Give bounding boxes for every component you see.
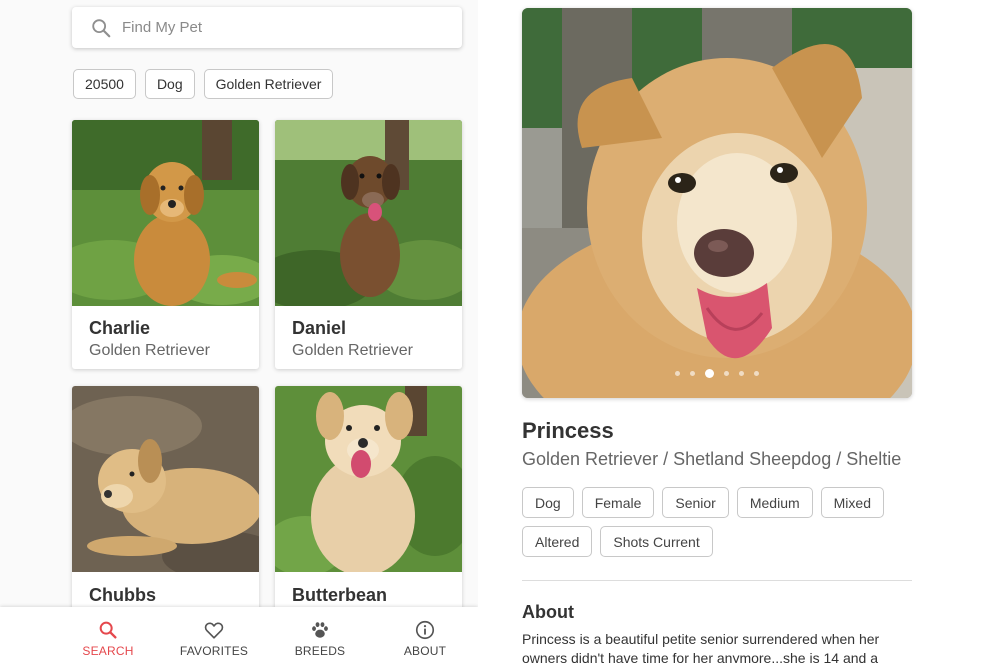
tag-breed-type: Mixed (820, 487, 884, 518)
pet-breed: Golden Retriever (292, 342, 413, 359)
filter-chip-species[interactable]: Dog (144, 69, 195, 99)
paw-icon (312, 622, 328, 638)
carousel-dot-active[interactable] (705, 369, 714, 378)
search-input[interactable] (122, 19, 442, 36)
nav-about[interactable]: ABOUT (375, 607, 475, 663)
pet-detail-panel: Princess Golden Retriever / Shetland She… (478, 0, 994, 663)
pet-card-daniel[interactable]: Daniel Golden Retriever (275, 120, 462, 369)
section-divider (522, 580, 912, 581)
tag-species: Dog (522, 487, 574, 518)
pet-hero-photo (522, 8, 912, 398)
search-icon (92, 18, 111, 37)
carousel-dot[interactable] (724, 371, 729, 376)
nav-search[interactable]: SEARCH (58, 607, 158, 663)
nav-favorites-label: FAVORITES (179, 644, 249, 658)
pet-photo (72, 120, 259, 306)
carousel-dot[interactable] (675, 371, 680, 376)
about-description: Princess is a beautiful petite senior su… (522, 631, 880, 663)
pet-detail-breed: Golden Retriever / Shetland Sheepdog / S… (522, 449, 902, 469)
tag-gender: Female (581, 487, 655, 518)
pet-name: Butterbean (292, 585, 388, 605)
carousel-dot[interactable] (739, 371, 744, 376)
carousel-dot[interactable] (690, 371, 695, 376)
pet-name: Charlie (89, 318, 151, 338)
pet-photo (275, 120, 462, 306)
pet-photo-carousel[interactable] (522, 8, 912, 398)
nav-breeds-label: BREEDS (294, 644, 346, 658)
nav-breeds[interactable]: BREEDS (270, 607, 370, 663)
tag-shots: Shots Current (600, 526, 713, 557)
info-icon (415, 620, 435, 640)
carousel-dot[interactable] (754, 371, 759, 376)
heart-icon (204, 622, 224, 639)
pet-detail-name: Princess (522, 418, 614, 443)
search-results-panel: 20500 Dog Golden Retriever Charlie Golde… (0, 0, 478, 663)
about-heading: About (522, 602, 574, 622)
pet-card-charlie[interactable]: Charlie Golden Retriever (72, 120, 259, 369)
pet-name: Daniel (292, 318, 347, 338)
pet-photo (72, 386, 259, 572)
nav-search-label: SEARCH (82, 644, 134, 658)
search-bar[interactable] (72, 7, 462, 48)
nav-about-label: ABOUT (403, 644, 447, 658)
tag-age: Senior (662, 487, 729, 518)
nav-favorites[interactable]: FAVORITES (164, 607, 264, 663)
tag-size: Medium (736, 487, 813, 518)
pet-photo (275, 386, 462, 572)
pet-attribute-tags: Dog Female Senior Medium Mixed Altered S… (522, 487, 902, 557)
pet-breed: Golden Retriever (89, 342, 210, 359)
search-icon (99, 621, 117, 639)
filter-chips: 20500 Dog Golden Retriever (73, 69, 334, 99)
carousel-indicator (522, 369, 912, 378)
filter-chip-zip[interactable]: 20500 (73, 69, 136, 99)
filter-chip-breed[interactable]: Golden Retriever (203, 69, 334, 99)
pet-name: Chubbs (89, 585, 156, 605)
tag-altered: Altered (522, 526, 593, 557)
bottom-navigation: SEARCH FAVORITES BREEDS ABOUT (0, 607, 478, 663)
